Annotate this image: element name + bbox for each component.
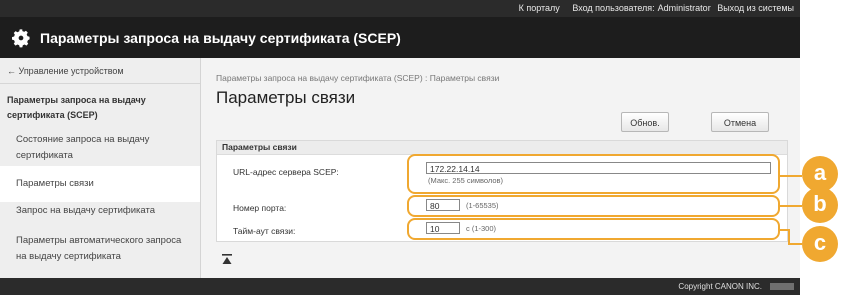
panel-title: Параметры связи <box>217 141 787 155</box>
user-name: Administrator <box>657 3 711 13</box>
footer-logo <box>770 283 794 290</box>
logout-link[interactable]: Выход из системы <box>717 3 794 13</box>
port-label: Номер порта: <box>233 203 287 213</box>
gear-icon <box>12 29 30 48</box>
breadcrumb: Параметры запроса на выдачу сертификата … <box>216 73 500 83</box>
portal-link[interactable]: К порталу <box>519 3 560 13</box>
page: К порталу Вход пользователя: Administrato… <box>0 0 800 295</box>
sidebar-item-request-status[interactable]: Состояние запроса на выдачу сертификата <box>16 132 191 164</box>
callout-b-line <box>780 205 802 207</box>
sidebar-item-communication-settings[interactable]: Параметры связи <box>0 166 200 202</box>
callout-a-line <box>780 175 802 177</box>
sidebar-divider <box>0 83 200 84</box>
page-title: Параметры запроса на выдачу сертификата … <box>40 30 401 46</box>
top-bar: К порталу Вход пользователя: Administrato… <box>0 0 800 17</box>
sidebar-item-certificate-request[interactable]: Запрос на выдачу сертификата <box>16 203 191 219</box>
callout-b-frame <box>407 195 780 217</box>
timeout-label: Тайм-аут связи: <box>233 226 296 236</box>
footer: Copyright CANON INC. <box>0 278 800 295</box>
sidebar-category[interactable]: Параметры запроса на выдачу сертификата … <box>7 93 187 123</box>
login-user-label: Вход пользователя: <box>572 3 655 13</box>
url-label: URL-адрес сервера SCEP: <box>233 167 339 177</box>
callout-b-marker: b <box>802 187 838 223</box>
cancel-button[interactable]: Отмена <box>711 112 769 132</box>
callout-a-frame <box>407 154 780 194</box>
scroll-to-top-icon[interactable] <box>222 254 232 266</box>
back-to-device-management-link[interactable]: ← Управление устройством <box>7 66 124 76</box>
callout-c-marker: c <box>802 226 838 262</box>
section-heading: Параметры связи <box>216 88 356 107</box>
title-bar: Параметры запроса на выдачу сертификата … <box>0 17 800 58</box>
sidebar-item-auto-request-settings[interactable]: Параметры автоматического запроса на выд… <box>16 233 191 265</box>
callout-c-frame <box>407 218 780 240</box>
copyright-text: Copyright CANON INC. <box>678 282 762 291</box>
top-links: К порталу Вход пользователя: Administrato… <box>509 3 794 13</box>
sidebar: ← Управление устройством Параметры запро… <box>0 58 201 278</box>
apply-button[interactable]: Обнов. <box>621 112 669 132</box>
callout-c-line-end <box>788 243 802 245</box>
